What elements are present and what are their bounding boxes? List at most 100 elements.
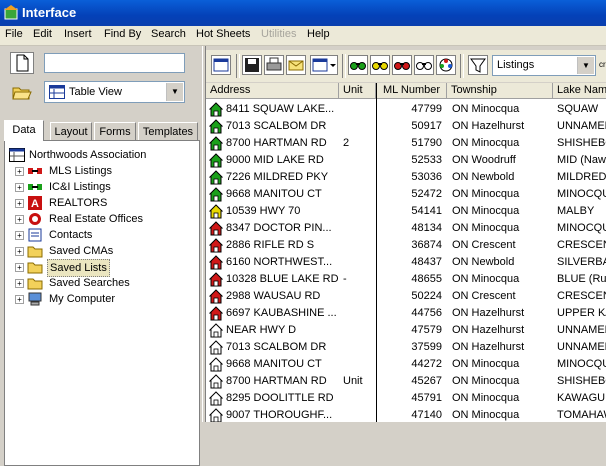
table-row[interactable]: 9668 MANITOU CT 52472 ON Minocqua MINOCQU <box>206 186 606 203</box>
table-row[interactable]: 7226 MILDRED PKY 53036 ON Newbold MILDRED <box>206 169 606 186</box>
realtors-icon: A <box>28 196 42 210</box>
cell-lake-name: MID (Naw <box>557 154 606 166</box>
menu-file[interactable]: File <box>5 28 23 40</box>
expand-icon[interactable]: + <box>15 215 24 224</box>
table-row[interactable]: 8295 DOOLITTLE RD 45791 ON Minocqua KAWAGUE <box>206 390 606 407</box>
menu-hot-sheets[interactable]: Hot Sheets <box>196 28 250 40</box>
expand-icon[interactable]: + <box>15 247 24 256</box>
expand-icon[interactable]: + <box>15 263 24 272</box>
sold-status-house-icon <box>209 255 223 270</box>
menu-edit[interactable]: Edit <box>33 28 52 40</box>
expand-icon[interactable]: + <box>15 231 24 240</box>
funnel-icon <box>470 58 486 73</box>
tree-item-label: Real Estate Offices <box>49 213 143 225</box>
listing-type-select[interactable]: Listings ▼ <box>492 55 596 76</box>
layout-dropdown-button[interactable] <box>310 55 338 75</box>
expand-icon[interactable]: + <box>15 167 24 176</box>
save-button[interactable] <box>242 55 262 75</box>
table-row[interactable]: 8700 HARTMAN RD 2 51790 ON Minocqua SHISHEBO <box>206 135 606 152</box>
cell-ml-number: 44756 <box>411 307 442 319</box>
tab-forms[interactable]: Forms <box>94 122 136 140</box>
expand-icon[interactable]: + <box>15 199 24 208</box>
cell-township: ON Minocqua <box>452 205 520 217</box>
cell-township: ON Minocqua <box>452 188 520 200</box>
table-row[interactable]: 8700 HARTMAN RD Unit 45267 ON Minocqua SHISH… <box>206 373 606 390</box>
pending-filter-button[interactable] <box>370 55 390 75</box>
view-select[interactable]: Table View ▼ <box>44 81 185 103</box>
cell-lake-name: UNNAMED <box>557 324 606 336</box>
open-folder-button[interactable] <box>10 81 34 103</box>
menu-insert[interactable]: Insert <box>64 28 92 40</box>
tree-item-label: MLS Listings <box>49 165 112 177</box>
new-document-button[interactable] <box>10 52 34 74</box>
column-header-lake-name[interactable]: Lake Name <box>553 83 606 99</box>
table-row[interactable]: NEAR HWY D 47579 ON Hazelhurst UNNAMED <box>206 322 606 339</box>
cell-lake-name: SQUAW <box>557 103 599 115</box>
table-view-icon <box>49 85 65 99</box>
menu-help[interactable]: Help <box>307 28 330 40</box>
svg-text:A: A <box>31 198 39 210</box>
cell-ml-number: 47579 <box>411 324 442 336</box>
column-header-ml-number[interactable]: ML Number <box>377 83 447 99</box>
listing-type-value: Listings <box>497 59 535 71</box>
cell-address: 10539 HWY 70 <box>226 205 301 217</box>
expand-icon[interactable]: + <box>15 295 24 304</box>
cell-ml-number: 37599 <box>411 341 442 353</box>
tab-data[interactable]: Data <box>4 120 44 141</box>
table-row[interactable]: 7013 SCALBOM DR 50917 ON Hazelhurst UNNAMED <box>206 118 606 135</box>
table-row[interactable]: 6160 NORTHWEST... 48437 ON Newbold SILVERBA <box>206 254 606 271</box>
chevron-down-icon[interactable]: ▼ <box>577 57 594 74</box>
expired-filter-button[interactable] <box>414 55 434 75</box>
active-filter-button[interactable] <box>348 55 368 75</box>
table-row[interactable]: 2988 WAUSAU RD 50224 ON Crescent CRESCENT <box>206 288 606 305</box>
table-row[interactable]: 10328 BLUE LAKE RD - 48655 ON Minocqua BLUE … <box>206 271 606 288</box>
table-row[interactable]: 9007 THOROUGHF... 47140 ON Minocqua TOMAHAW <box>206 407 606 422</box>
expand-icon[interactable]: + <box>15 183 24 192</box>
expired-status-house-icon <box>209 408 223 422</box>
sold-filter-button[interactable] <box>392 55 412 75</box>
cell-ml-number: 50917 <box>411 120 442 132</box>
filter-button[interactable] <box>468 55 488 75</box>
table-row[interactable]: 9668 MANITOU CT 44272 ON Minocqua MINOCQU <box>206 356 606 373</box>
sold-status-house-icon <box>209 238 223 253</box>
tab-templates[interactable]: Templates <box>138 122 198 140</box>
cell-lake-name: SHISHEBO <box>557 375 606 387</box>
column-header-township[interactable]: Township <box>447 83 553 99</box>
table-row[interactable]: 9000 MID LAKE RD 52533 ON Woodruff MID (Naw <box>206 152 606 169</box>
active-status-house-icon <box>209 119 223 134</box>
cell-address: 6160 NORTHWEST... <box>226 256 333 268</box>
toolbar-separator <box>236 54 240 78</box>
menu-find-by[interactable]: Find By <box>104 28 141 40</box>
binoculars-green-icon <box>350 62 366 70</box>
column-header-unit[interactable]: Unit <box>339 83 376 99</box>
table-view-button[interactable] <box>211 55 231 75</box>
table-row[interactable]: 10539 HWY 70 54141 ON Minocqua MALBY <box>206 203 606 220</box>
cell-ml-number: 51790 <box>411 137 442 149</box>
cell-address: 2886 RIFLE RD S <box>226 239 315 251</box>
table-row[interactable]: 6697 KAUBASHINE ... 44756 ON Hazelhurst UPP… <box>206 305 606 322</box>
table-row[interactable]: 7013 SCALBOM DR 37599 ON Hazelhurst UNNAMED <box>206 339 606 356</box>
active-status-house-icon <box>209 102 223 117</box>
print-button[interactable] <box>264 55 284 75</box>
menu-search[interactable]: Search <box>151 28 186 40</box>
active-status-house-icon <box>209 170 223 185</box>
menu-utilities[interactable]: Utilities <box>261 28 296 40</box>
table-row[interactable]: 8347 DOCTOR PIN... 48134 ON Minocqua MINOCQ… <box>206 220 606 237</box>
cell-address: NEAR HWY D <box>226 324 297 336</box>
chevron-down-icon[interactable]: ▼ <box>166 83 183 101</box>
all-filter-button[interactable] <box>436 55 456 75</box>
cell-ml-number: 48134 <box>411 222 442 234</box>
active-status-house-icon <box>209 187 223 202</box>
tree-root-label: Northwoods Association <box>29 149 147 161</box>
table-icon <box>213 58 229 72</box>
tab-layout[interactable]: Layout <box>50 122 92 140</box>
cell-township: ON Hazelhurst <box>452 307 525 319</box>
email-button[interactable] <box>286 55 306 75</box>
table-row[interactable]: 2886 RIFLE RD S 36874 ON Crescent CRESCENT <box>206 237 606 254</box>
window-title: Interface <box>22 5 77 20</box>
expand-icon[interactable]: + <box>15 279 24 288</box>
column-header-address[interactable]: Address <box>206 83 339 99</box>
cell-township: ON Minocqua <box>452 222 520 234</box>
search-input[interactable] <box>44 53 185 73</box>
table-row[interactable]: 8411 SQUAW LAKE... 47799 ON Minocqua SQUAW <box>206 101 606 118</box>
